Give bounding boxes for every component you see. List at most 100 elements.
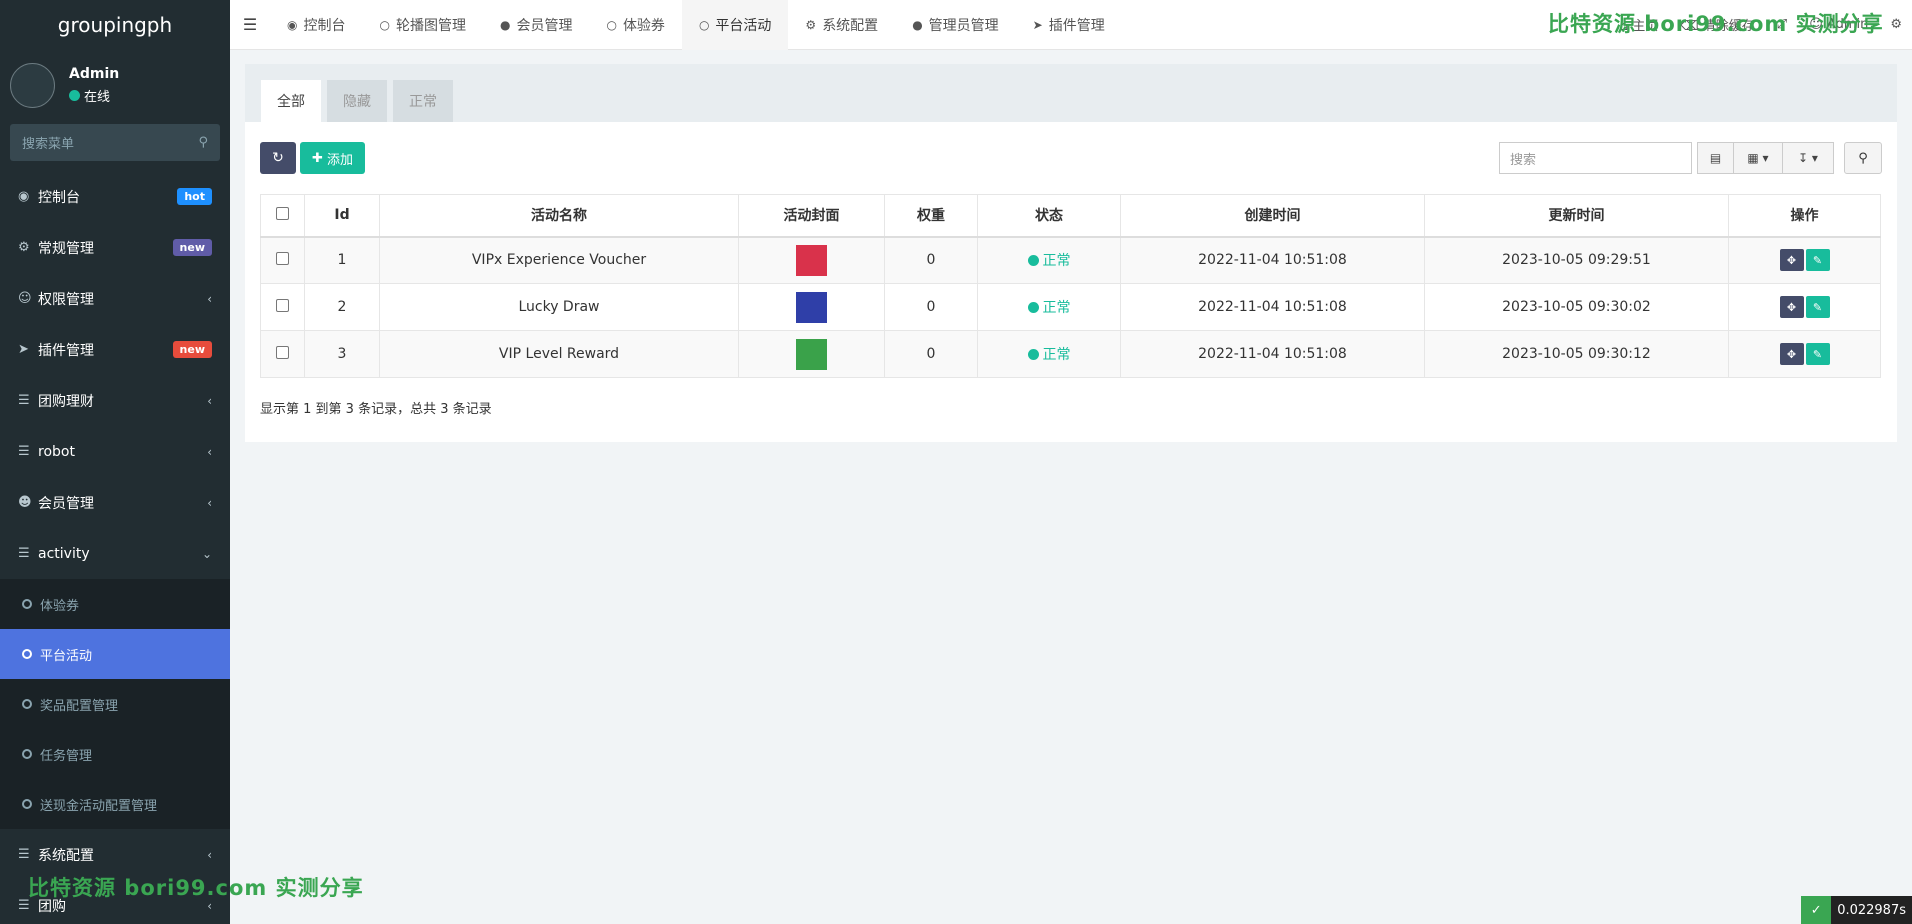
pencil-icon: ✎ — [1812, 347, 1823, 361]
weight-cell: 0 — [884, 236, 978, 284]
sidebar-subitem-voucher[interactable]: 体验券 — [0, 579, 230, 629]
sidebar-item-label: 系统配置 — [38, 847, 94, 864]
id-cell: 2 — [304, 283, 380, 331]
tab-system-config[interactable]: ⚙ 系统配置 — [788, 0, 895, 50]
edit-button[interactable]: ✎ — [1805, 343, 1830, 365]
status-badge[interactable]: 正常 — [1027, 297, 1071, 317]
sidebar-subitem-label: 平台活动 — [40, 648, 93, 664]
export-button[interactable]: ↧ ▾ — [1782, 142, 1834, 174]
circle-icon — [22, 749, 32, 759]
column-header[interactable]: 状态 — [977, 194, 1121, 238]
sidebar-item-group-finance[interactable]: ☰ 团购理财 ‹ — [0, 375, 230, 426]
drag-button[interactable]: ✥ — [1779, 249, 1804, 272]
status-badge[interactable]: 正常 — [1027, 250, 1071, 270]
tab-platform-activity[interactable]: ○ 平台活动 — [681, 0, 789, 50]
sidebar-subitem-label: 奖品配置管理 — [40, 698, 119, 714]
menu-search-input[interactable]: 搜索菜单 ⚲ — [10, 124, 220, 161]
watermark-top: 比特资源 bori99.com 实测分享 — [1548, 12, 1884, 36]
sidebar-subitem-platform-activity[interactable]: 平台活动 — [0, 629, 230, 679]
cog-icon: ⚙ — [805, 17, 817, 32]
cover-cell — [738, 283, 885, 331]
app-logo[interactable]: groupingph — [0, 0, 230, 50]
column-header[interactable]: 活动封面 — [738, 194, 885, 238]
tab-dashboard[interactable]: ◉ 控制台 — [270, 0, 362, 50]
sidebar-item-activity[interactable]: ☰ activity ⌄ — [0, 528, 230, 579]
column-header[interactable]: 活动名称 — [379, 194, 739, 238]
row-checkbox[interactable] — [276, 345, 289, 359]
chevron-left-icon: ‹ — [207, 291, 212, 306]
sidebar-subitem-label: 送现金活动配置管理 — [40, 798, 158, 814]
cover-cell — [738, 236, 885, 284]
sidebar-item-general[interactable]: ⚙ 常规管理 new — [0, 222, 230, 273]
row-select-cell[interactable] — [260, 330, 305, 378]
row-checkbox[interactable] — [276, 298, 289, 312]
settings-icon[interactable]: ⚙ — [1890, 17, 1902, 32]
user-panel: Admin 在线 — [0, 50, 230, 120]
tab-admin-manage[interactable]: ● 管理员管理 — [895, 0, 1015, 50]
column-header[interactable]: 更新时间 — [1424, 194, 1729, 238]
sidebar-subitem-label: 任务管理 — [40, 748, 93, 764]
user-status: 在线 — [69, 86, 119, 105]
cover-thumbnail[interactable] — [796, 244, 827, 276]
sidebar-item-label: 插件管理 — [38, 342, 94, 359]
sidebar-item-label: activity — [38, 545, 90, 562]
filter-tab-hidden[interactable]: 隐藏 — [327, 80, 387, 122]
column-header[interactable]: 权重 — [884, 194, 978, 238]
row-select-cell[interactable] — [260, 283, 305, 331]
weight-cell: 0 — [884, 330, 978, 378]
status-cell: 正常 — [977, 283, 1121, 331]
status-badge[interactable]: 正常 — [1027, 344, 1071, 364]
table-row[interactable]: 2 Lucky Draw 0 正常 2022-11-04 10:51:08 20… — [260, 283, 1881, 331]
tab-banner[interactable]: ○ 轮播图管理 — [362, 0, 482, 50]
refresh-button[interactable]: ↻ — [260, 142, 296, 174]
toolbar: ↻ ✚ 添加 搜索 ▤ ▦ ▾ ↧ ▾ ⚲ — [245, 122, 1897, 194]
tab-members[interactable]: ● 会员管理 — [483, 0, 589, 50]
select-all-cell[interactable] — [260, 194, 305, 238]
sidebar-item-robot[interactable]: ☰ robot ‹ — [0, 426, 230, 477]
column-header[interactable]: Id — [304, 194, 380, 238]
table-search-input[interactable]: 搜索 — [1499, 142, 1692, 174]
cover-thumbnail[interactable] — [796, 291, 827, 323]
sidebar-item-members[interactable]: ☻ 会员管理 ‹ — [0, 477, 230, 528]
table-row[interactable]: 1 VIPx Experience Voucher 0 正常 2022-11-0… — [260, 236, 1881, 284]
sidebar-subitem-tasks[interactable]: 任务管理 — [0, 729, 230, 779]
sidebar-item-label: 常规管理 — [38, 240, 94, 257]
filter-tabs: 全部 隐藏 正常 — [245, 64, 1897, 122]
menu-toggle-icon[interactable]: ☰ — [230, 15, 270, 34]
debug-timer[interactable]: ✓ 0.022987s — [1801, 896, 1912, 924]
filter-tab-normal[interactable]: 正常 — [393, 80, 453, 122]
id-cell: 1 — [304, 236, 380, 284]
sidebar-item-label: 控制台 — [38, 189, 80, 206]
drag-button[interactable]: ✥ — [1779, 343, 1804, 365]
drag-button[interactable]: ✥ — [1779, 296, 1804, 318]
created-cell: 2022-11-04 10:51:08 — [1120, 330, 1425, 378]
sidebar-item-plugins[interactable]: ➤ 插件管理 new — [0, 324, 230, 375]
refresh-icon: ↻ — [272, 150, 284, 166]
add-button[interactable]: ✚ 添加 — [300, 142, 366, 174]
actions-cell: ✥ ✎ — [1728, 283, 1881, 331]
filter-tab-all[interactable]: 全部 — [261, 80, 321, 122]
column-header[interactable]: 创建时间 — [1120, 194, 1425, 238]
sidebar-subitem-cash-config[interactable]: 送现金活动配置管理 — [0, 779, 230, 829]
cover-thumbnail[interactable] — [796, 338, 827, 370]
toggle-view-button[interactable]: ▤ — [1697, 142, 1734, 174]
rocket-icon: ➤ — [1032, 17, 1043, 32]
row-select-cell[interactable] — [260, 236, 305, 284]
row-checkbox[interactable] — [276, 251, 289, 265]
list-icon: ☰ — [18, 546, 30, 561]
tab-label: 插件管理 — [1048, 17, 1105, 34]
edit-button[interactable]: ✎ — [1805, 249, 1830, 272]
list-icon: ☰ — [18, 847, 30, 862]
tab-plugins[interactable]: ➤ 插件管理 — [1016, 0, 1122, 50]
sidebar-item-permissions[interactable]: ☺ 权限管理 ‹ — [0, 273, 230, 324]
edit-button[interactable]: ✎ — [1805, 296, 1830, 318]
sidebar-subitem-prize-config[interactable]: 奖品配置管理 — [0, 679, 230, 729]
trace-icon: ✓ — [1801, 896, 1832, 924]
sidebar-item-dashboard[interactable]: ◉ 控制台 hot — [0, 171, 230, 222]
cogs-icon: ⚙ — [18, 240, 30, 255]
table-row[interactable]: 3 VIP Level Reward 0 正常 2022-11-04 10:51… — [260, 330, 1881, 378]
tab-voucher[interactable]: ○ 体验券 — [589, 0, 681, 50]
columns-button[interactable]: ▦ ▾ — [1733, 142, 1783, 174]
advanced-search-button[interactable]: ⚲ — [1844, 142, 1882, 174]
select-all-checkbox[interactable] — [276, 206, 289, 220]
